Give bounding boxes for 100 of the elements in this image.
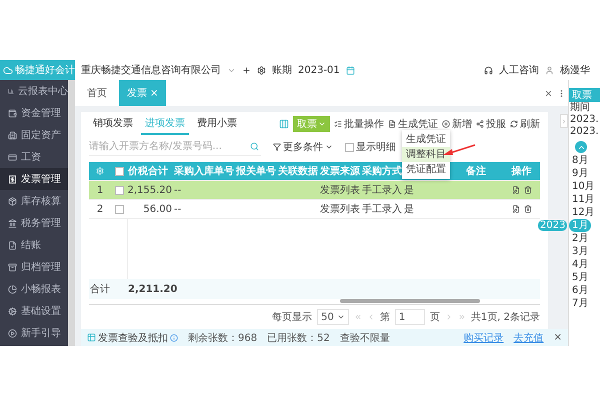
sidebar-item[interactable]: 税务管理	[0, 212, 68, 234]
sidebar-item[interactable]: 资金管理	[0, 102, 68, 124]
toolbar-action[interactable]: 批量操作	[334, 117, 384, 131]
table-cell-text: 是	[404, 184, 414, 197]
calendar-icon[interactable]	[346, 66, 355, 74]
more-filters-button[interactable]: 更多条件	[273, 140, 333, 154]
table-row[interactable]: 1 2,155.20 -- 发票列表 手工录入 是	[89, 181, 540, 200]
headset-icon[interactable]	[484, 66, 493, 74]
sidebar-item[interactable]: 基础设置	[0, 300, 68, 322]
chevron-right-icon	[561, 118, 567, 124]
chevron-down-icon	[336, 313, 345, 321]
info-icon[interactable]	[170, 334, 178, 342]
period-date: 2023.	[569, 114, 599, 126]
refresh-icon	[510, 120, 518, 128]
sidebar-item[interactable]: 固定资产	[0, 124, 68, 146]
plus-icon[interactable]	[242, 66, 251, 74]
receipt-icon	[8, 174, 17, 184]
month-item[interactable]: 2月	[569, 232, 592, 245]
close-icon[interactable]: ×	[554, 332, 562, 343]
sidebar-item[interactable]: 云报表中心	[0, 80, 68, 102]
column-header: 报关单号	[236, 164, 276, 178]
search-icon[interactable]	[250, 142, 259, 151]
table-cell: --	[174, 204, 182, 214]
sidebar-item[interactable]: 新手引导	[0, 322, 68, 344]
year-badge: 2023	[538, 220, 568, 231]
sidebar-item[interactable]: 库存核算	[0, 190, 68, 212]
user-icon[interactable]	[545, 66, 554, 74]
trash-icon[interactable]	[524, 205, 532, 213]
row-checkbox[interactable]	[114, 186, 124, 194]
used-count: 已用张数：52	[267, 332, 330, 344]
edit-icon[interactable]	[512, 205, 520, 213]
period-date: 2023.	[569, 126, 599, 138]
toolbar-action[interactable]: 刷新	[510, 117, 540, 131]
company-name[interactable]: 重庆畅捷交通信息咨询有限公司	[81, 63, 221, 77]
settings-icon[interactable]	[257, 66, 266, 74]
sidebar-item[interactable]: 发票管理	[0, 168, 68, 190]
table-cell-text: 手工录入	[362, 202, 402, 216]
document-icon	[388, 120, 396, 128]
chevron-down-icon	[325, 143, 333, 151]
plus-circle-icon	[442, 120, 450, 128]
scrollbar[interactable]	[340, 299, 480, 303]
period-value[interactable]: 2023-01	[298, 64, 340, 76]
archive-icon	[8, 262, 17, 272]
bank-icon	[8, 218, 17, 228]
remaining-count: 剩余张数：968	[188, 332, 258, 344]
month-item[interactable]: 10月	[569, 180, 598, 193]
page-summary: 共1页, 2条记录	[470, 310, 540, 324]
page-prefix: 第	[380, 311, 390, 324]
cloud-icon	[3, 64, 13, 76]
sidebar-item[interactable]: 工资	[0, 146, 68, 168]
sidebar-item[interactable]: 小畅报表	[0, 278, 68, 300]
page-tab[interactable]: 首页	[79, 80, 115, 106]
menu-item[interactable]: 凭证配置	[402, 162, 450, 177]
sidebar-item[interactable]: 结账	[0, 234, 68, 256]
annotation-arrow	[443, 144, 476, 155]
user-name[interactable]: 杨漫华	[560, 63, 590, 77]
row-checkbox[interactable]	[114, 204, 124, 214]
toolbar-action[interactable]: 生成凭证	[388, 117, 438, 131]
chevron-down-icon	[318, 120, 326, 128]
month-item[interactable]: 7月	[569, 297, 592, 310]
month-item[interactable]: 12月	[569, 206, 598, 219]
month-item[interactable]: 8月	[569, 154, 592, 167]
month-item[interactable]: 11月	[569, 193, 598, 206]
play-icon	[8, 328, 17, 338]
unlimited-note: 查验不限量	[340, 332, 390, 344]
support-link[interactable]: 人工咨询	[499, 63, 539, 77]
chart-icon	[8, 86, 14, 96]
trash-icon[interactable]	[524, 186, 532, 194]
menu-item[interactable]: 生成凭证	[402, 132, 450, 147]
month-item[interactable]: 4月	[569, 258, 592, 271]
checkbox[interactable]	[345, 142, 354, 152]
month-item[interactable]: 5月	[569, 271, 592, 284]
page-input[interactable]: 1	[394, 309, 425, 325]
scroll-up-button[interactable]	[575, 141, 587, 153]
month-item[interactable]: 9月	[569, 167, 592, 180]
month-item[interactable]: 6月	[569, 284, 592, 297]
edit-icon[interactable]	[512, 186, 520, 194]
sub-tab[interactable]: 费用小票	[193, 113, 241, 135]
scrollbar[interactable]	[68, 80, 75, 346]
page-size-select[interactable]: 50	[317, 309, 349, 325]
filter-icon	[273, 143, 281, 151]
sidebar-item[interactable]: 归档管理	[0, 256, 68, 278]
collapse-handle[interactable]	[560, 114, 568, 128]
toolbar-action[interactable]: 投服	[476, 117, 506, 131]
month-item[interactable]: 3月	[569, 245, 592, 258]
toolbar-action[interactable]: 新增	[442, 117, 472, 131]
app-name: 畅捷通好会计	[15, 64, 75, 77]
check-file-icon	[8, 240, 17, 250]
menu-item[interactable]: 调整科目	[402, 147, 450, 162]
last-page-icon[interactable]	[458, 313, 466, 321]
close-icon[interactable]	[544, 88, 553, 98]
column-header: 采购方式	[362, 164, 402, 178]
column-header: 备注	[466, 164, 486, 178]
total-label: 合计	[90, 282, 110, 296]
table-cell-text: 发票列表	[320, 184, 360, 197]
first-page-icon[interactable]	[354, 313, 362, 321]
columns-icon[interactable]	[279, 119, 289, 129]
sub-tab[interactable]: 销项发票	[89, 113, 137, 135]
column-header: 价税合计	[128, 164, 168, 178]
select-all-checkbox[interactable]	[114, 166, 124, 176]
